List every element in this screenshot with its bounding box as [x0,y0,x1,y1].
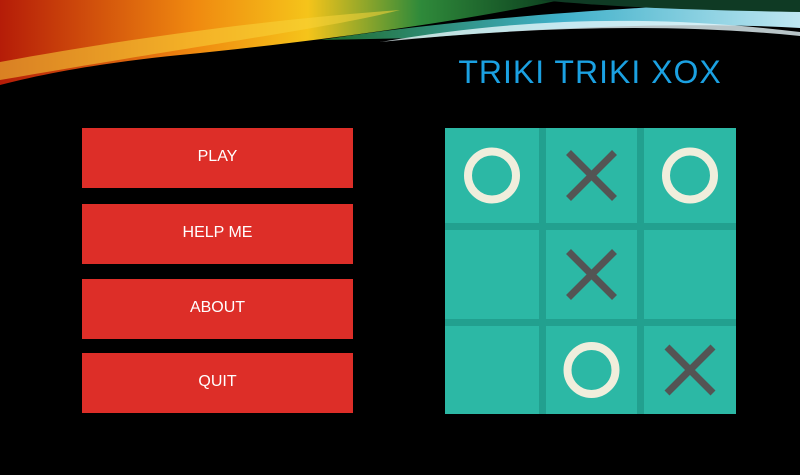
quit-button[interactable]: QUIT [82,353,353,413]
about-button[interactable]: ABOUT [82,279,353,339]
play-button[interactable]: PLAY [82,128,353,188]
board-cell-1-0[interactable] [445,230,539,319]
board-cell-0-0[interactable] [445,128,539,223]
game-board [445,128,736,414]
board-cell-2-1[interactable] [546,326,637,414]
o-mark-icon [563,342,620,398]
board-cell-2-2[interactable] [644,326,736,414]
x-mark-icon [664,344,716,396]
help-button-label: HELP ME [182,224,253,241]
x-mark-icon [566,150,617,201]
board-cell-0-1[interactable] [546,128,637,223]
board-cell-1-1[interactable] [546,230,637,319]
o-mark-icon [662,147,718,204]
x-mark-icon [566,249,617,300]
game-title: TRIKI TRIKI XOX [458,54,722,90]
board-cell-1-2[interactable] [644,230,736,319]
board-cell-2-0[interactable] [445,326,539,414]
quit-button-label: QUIT [198,373,237,390]
o-mark-icon [464,147,520,204]
board-cell-0-2[interactable] [644,128,736,223]
about-button-label: ABOUT [189,299,246,316]
play-button-label: PLAY [197,148,238,165]
help-button[interactable]: HELP ME [82,204,353,264]
